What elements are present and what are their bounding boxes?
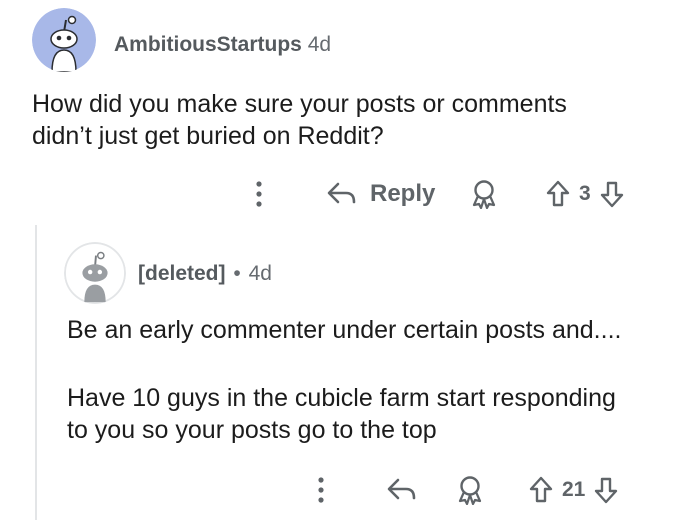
snoo-avatar-icon — [32, 8, 96, 72]
avatar[interactable] — [64, 242, 126, 304]
award-icon — [472, 180, 496, 209]
more-options-button[interactable] — [254, 174, 264, 214]
comment-author[interactable]: AmbitiousStartups 4d — [114, 33, 331, 57]
reply-body: Be an early commenter under certain post… — [67, 314, 621, 346]
reply-line: Have 10 guys in the cubicle farm start r… — [67, 384, 616, 412]
award-button[interactable] — [456, 470, 484, 510]
comment-age: 4d — [307, 33, 332, 56]
more-options-button[interactable] — [316, 470, 326, 510]
reply-author[interactable]: [deleted] • 4d — [138, 262, 272, 286]
reply-line: Be an early commenter under certain post… — [67, 316, 622, 344]
upvote-arrow-icon[interactable] — [528, 475, 554, 505]
reply-arrow-icon — [387, 478, 416, 500]
vote-controls: 21 — [528, 470, 619, 510]
more-vertical-icon — [256, 181, 262, 207]
vote-controls: 3 — [545, 174, 625, 214]
avatar[interactable] — [32, 8, 96, 72]
comment-line: How did you make sure your posts or comm… — [32, 90, 567, 118]
reply-actions: 21 — [0, 470, 700, 510]
reply-button[interactable] — [386, 470, 418, 510]
username[interactable]: AmbitiousStartups — [114, 33, 302, 56]
comment-body: How did you make sure your posts or comm… — [32, 88, 567, 152]
upvote-arrow-icon[interactable] — [545, 179, 571, 209]
more-vertical-icon — [318, 477, 324, 503]
award-button[interactable] — [470, 174, 498, 214]
downvote-arrow-icon[interactable] — [593, 475, 619, 505]
reply-line: to you so your posts go to the top — [67, 416, 437, 444]
comment-line: didn’t just get buried on Reddit? — [32, 122, 384, 150]
downvote-arrow-icon[interactable] — [599, 179, 625, 209]
snoo-avatar-icon — [64, 242, 126, 304]
separator-dot: • — [233, 262, 241, 285]
award-icon — [458, 476, 482, 505]
vote-count: 21 — [562, 478, 586, 501]
reply-label: Reply — [370, 180, 436, 207]
comment-actions: Reply 3 — [0, 174, 700, 214]
username[interactable]: [deleted] — [138, 262, 226, 285]
reply-body: Have 10 guys in the cubicle farm start r… — [67, 382, 616, 446]
reply-age: 4d — [248, 262, 272, 285]
reply-button[interactable]: Reply — [326, 174, 435, 214]
reply-arrow-icon — [327, 182, 356, 204]
vote-count: 3 — [579, 182, 591, 205]
